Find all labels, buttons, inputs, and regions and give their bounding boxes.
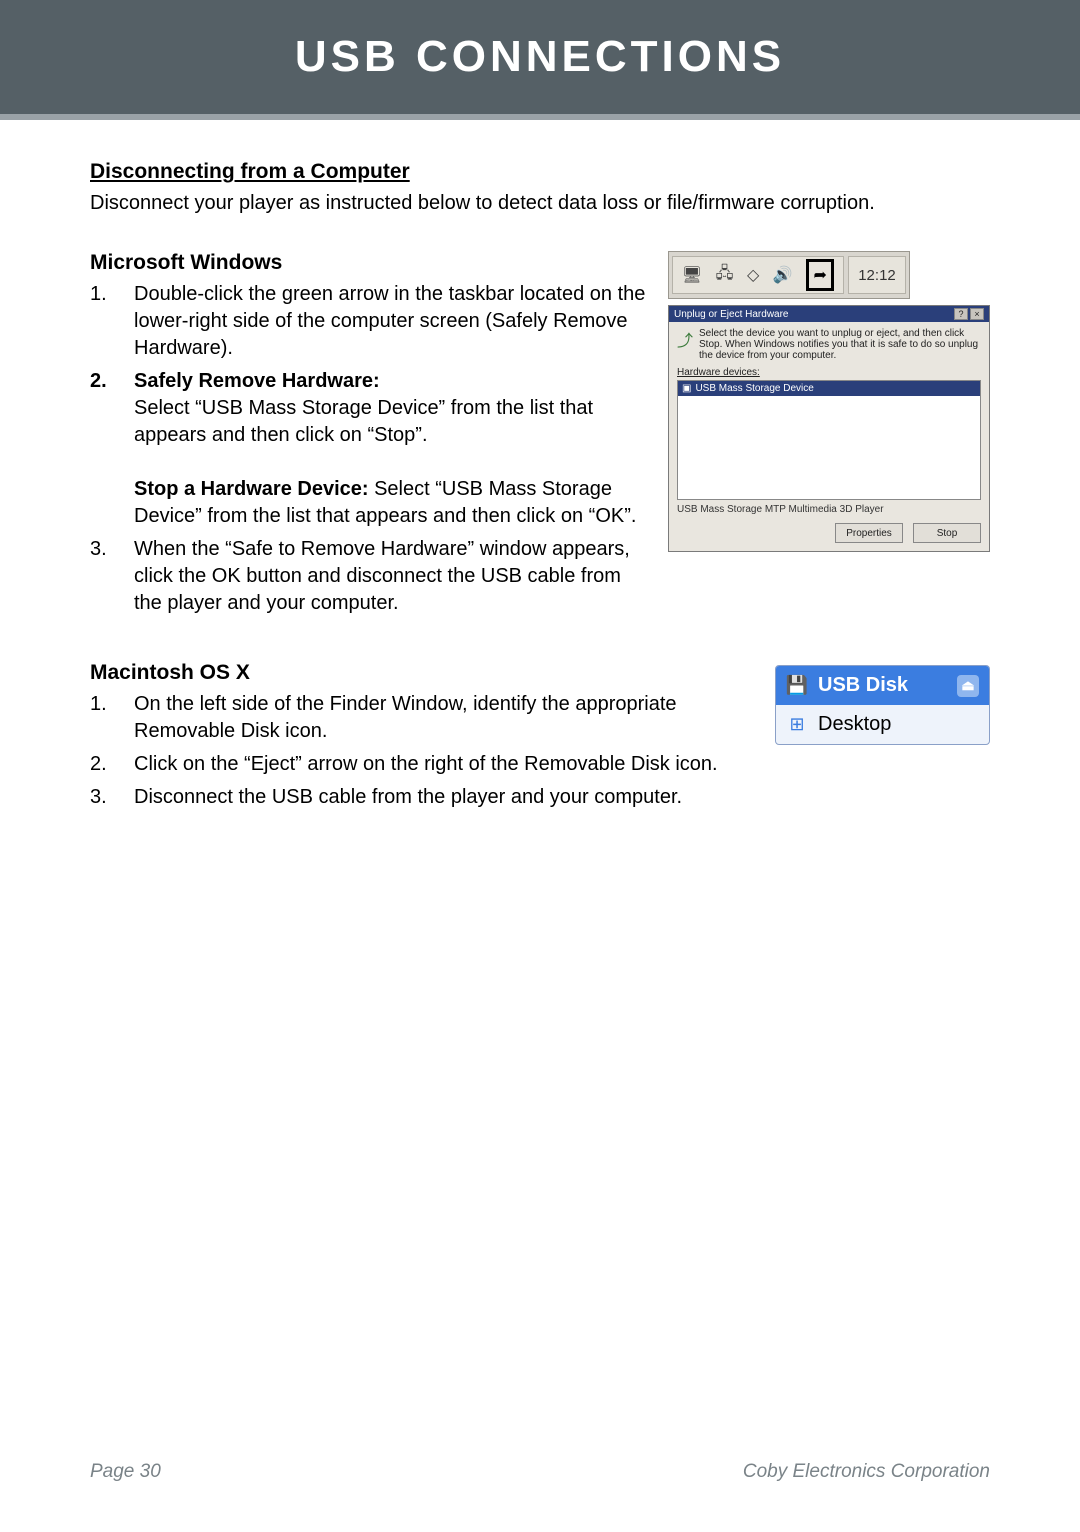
heading-windows: Microsoft Windows bbox=[90, 251, 648, 275]
list-item: 3. When the “Safe to Remove Hardware” wi… bbox=[90, 536, 648, 617]
dialog-title: Unplug or Eject Hardware bbox=[674, 309, 789, 320]
eject-arrow-icon: ⤴ bbox=[677, 328, 693, 350]
list-item: 2. Click on the “Eject” arrow on the rig… bbox=[90, 751, 755, 778]
tray-monitor-icon: 🖥 bbox=[682, 265, 702, 285]
usb-disk-label: USB Disk bbox=[818, 674, 908, 697]
close-icon: × bbox=[970, 308, 984, 320]
finder-desktop-row: ⊞ Desktop bbox=[776, 705, 989, 744]
page-header: USB CONNECTIONS bbox=[0, 0, 1080, 120]
tray-shield-icon: ◇ bbox=[747, 265, 759, 285]
selected-device: ▣ USB Mass Storage Device bbox=[678, 381, 980, 396]
selected-device-label: USB Mass Storage Device bbox=[695, 383, 813, 394]
dialog-screenshot: Unplug or Eject Hardware ? × ⤴ Select th… bbox=[668, 305, 990, 552]
page-title: USB CONNECTIONS bbox=[295, 32, 785, 82]
intro-text: Disconnect your player as instructed bel… bbox=[90, 190, 990, 217]
dialog-buttons: Properties Stop bbox=[677, 523, 981, 543]
step-text: Click on the “Eject” arrow on the right … bbox=[134, 751, 755, 778]
step-number: 2. bbox=[90, 368, 134, 530]
step-text: Safely Remove Hardware: Select “USB Mass… bbox=[134, 368, 648, 530]
desktop-icon: ⊞ bbox=[786, 714, 808, 736]
dialog-body: ⤴ Select the device you want to unplug o… bbox=[669, 322, 989, 551]
list-item: 3. Disconnect the USB cable from the pla… bbox=[90, 784, 755, 811]
help-icon: ? bbox=[954, 308, 968, 320]
step-text: On the left side of the Finder Window, i… bbox=[134, 691, 755, 745]
page-number: Page 30 bbox=[90, 1461, 161, 1483]
list-item: 2. Safely Remove Hardware: Select “USB M… bbox=[90, 368, 648, 530]
finder-sidebar-screenshot: 💾 USB Disk ⏏ ⊞ Desktop bbox=[775, 665, 990, 745]
device-description: USB Mass Storage MTP Multimedia 3D Playe… bbox=[677, 504, 981, 515]
mac-section: Macintosh OS X 1. On the left side of th… bbox=[90, 661, 990, 817]
list-item: 1. Double-click the green arrow in the t… bbox=[90, 281, 648, 362]
step-text: When the “Safe to Remove Hardware” windo… bbox=[134, 536, 648, 617]
dialog-instruction-row: ⤴ Select the device you want to unplug o… bbox=[677, 328, 981, 361]
mac-steps: 1. On the left side of the Finder Window… bbox=[90, 691, 755, 811]
usb-device-icon: ▣ bbox=[682, 383, 691, 394]
safely-remove-icon: ➦ bbox=[806, 259, 834, 291]
desktop-label: Desktop bbox=[818, 713, 891, 736]
step-number: 1. bbox=[90, 281, 134, 362]
safely-remove-text-a: Select “USB Mass Storage Device” from th… bbox=[134, 397, 593, 446]
step-number: 3. bbox=[90, 536, 134, 617]
step-text: Disconnect the USB cable from the player… bbox=[134, 784, 755, 811]
step-number: 2. bbox=[90, 751, 134, 778]
hardware-devices-listbox: ▣ USB Mass Storage Device bbox=[677, 380, 981, 500]
list-item: 1. On the left side of the Finder Window… bbox=[90, 691, 755, 745]
properties-button: Properties bbox=[835, 523, 903, 543]
company-name: Coby Electronics Corporation bbox=[743, 1461, 990, 1483]
page-content: Disconnecting from a Computer Disconnect… bbox=[0, 120, 1080, 817]
dialog-instruction: Select the device you want to unplug or … bbox=[699, 328, 981, 361]
tray-volume-icon: 🔊 bbox=[773, 265, 793, 285]
tray-network-icon: 🖧 bbox=[716, 262, 734, 289]
step-number: 1. bbox=[90, 691, 134, 745]
eject-icon: ⏏ bbox=[957, 675, 979, 697]
disk-icon: 💾 bbox=[786, 675, 808, 697]
safely-remove-label: Safely Remove Hardware: bbox=[134, 370, 380, 392]
step-number: 3. bbox=[90, 784, 134, 811]
stop-hardware-label: Stop a Hardware Device: bbox=[134, 478, 369, 500]
system-tray: 🖥 🖧 ◇ 🔊 ➦ bbox=[672, 256, 844, 294]
heading-mac: Macintosh OS X bbox=[90, 661, 755, 685]
stop-button: Stop bbox=[913, 523, 981, 543]
dialog-titlebar: Unplug or Eject Hardware ? × bbox=[669, 306, 989, 322]
taskbar-screenshot: 🖥 🖧 ◇ 🔊 ➦ 12:12 bbox=[668, 251, 910, 299]
windows-steps: 1. Double-click the green arrow in the t… bbox=[90, 281, 648, 617]
finder-usb-disk-row: 💾 USB Disk ⏏ bbox=[776, 666, 989, 705]
taskbar-clock: 12:12 bbox=[848, 256, 906, 294]
hardware-devices-label: Hardware devices: bbox=[677, 367, 981, 378]
step-text: Double-click the green arrow in the task… bbox=[134, 281, 648, 362]
section-heading-disconnecting: Disconnecting from a Computer bbox=[90, 160, 990, 184]
page-footer: Page 30 Coby Electronics Corporation bbox=[0, 1452, 1080, 1492]
windows-section: Microsoft Windows 1. Double-click the gr… bbox=[90, 251, 990, 623]
